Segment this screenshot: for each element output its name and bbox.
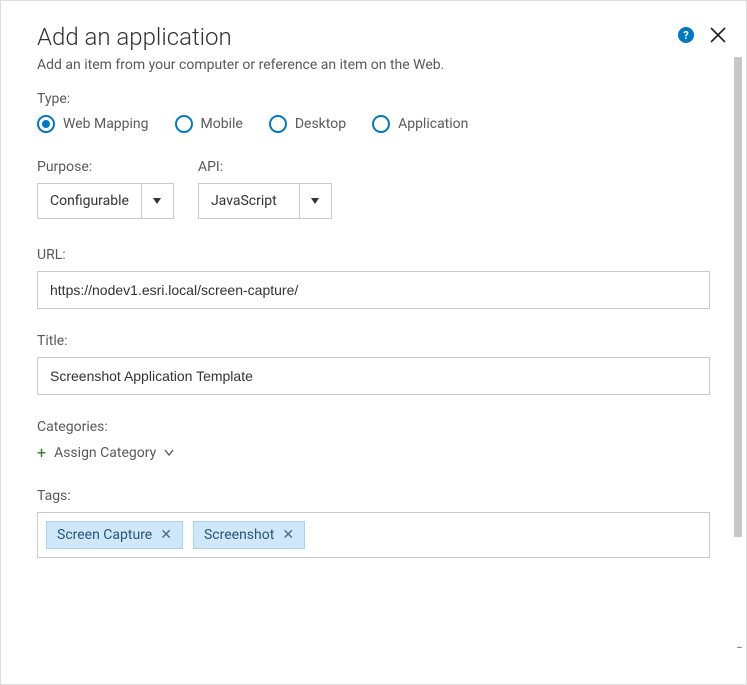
radio-icon [269, 115, 287, 133]
dialog-header: Add an application ? [37, 23, 746, 57]
radio-icon [372, 115, 390, 133]
scrollbar[interactable]: ▲ ▼ [734, 57, 742, 648]
radio-label: Mobile [201, 116, 243, 132]
purpose-value: Configurable [38, 184, 141, 218]
title-field: Title: [37, 333, 710, 395]
scroll-down-arrow-icon[interactable]: ▼ [735, 646, 744, 648]
type-radio-group: Web Mapping Mobile Desktop Application [37, 115, 710, 133]
purpose-select[interactable]: Configurable [37, 183, 174, 219]
tag-chip[interactable]: Screenshot ✕ [193, 521, 305, 549]
purpose-label: Purpose: [37, 159, 174, 175]
api-label: API: [198, 159, 332, 175]
tag-label: Screenshot [204, 527, 274, 543]
chevron-down-icon[interactable] [141, 184, 173, 218]
radio-label: Web Mapping [63, 116, 149, 132]
chevron-down-icon [164, 449, 174, 457]
radio-label: Application [398, 116, 468, 132]
tag-label: Screen Capture [57, 527, 152, 543]
title-input[interactable] [37, 357, 710, 395]
tags-label: Tags: [37, 488, 710, 504]
api-select[interactable]: JavaScript [198, 183, 332, 219]
tag-remove-icon[interactable]: ✕ [160, 527, 172, 543]
url-input[interactable] [37, 271, 710, 309]
categories-field: Categories: + Assign Category [37, 419, 710, 462]
url-label: URL: [37, 247, 710, 263]
scroll-track[interactable] [734, 57, 742, 638]
scroll-area: Add an item from your computer or refere… [37, 57, 746, 648]
radio-icon [175, 115, 193, 133]
assign-category-button[interactable]: + Assign Category [37, 443, 710, 462]
scroll-thumb[interactable] [734, 57, 742, 537]
select-row: Purpose: Configurable API: JavaScript [37, 159, 710, 219]
dialog-subtitle: Add an item from your computer or refere… [37, 57, 710, 73]
plus-icon: + [37, 443, 46, 462]
type-label: Type: [37, 91, 710, 107]
assign-category-label: Assign Category [54, 445, 156, 461]
url-field: URL: [37, 247, 710, 309]
radio-icon [37, 115, 55, 133]
categories-label: Categories: [37, 419, 710, 435]
tag-chip[interactable]: Screen Capture ✕ [46, 521, 183, 549]
add-application-dialog: Add an application ? Add an item from yo… [1, 1, 746, 684]
chevron-down-icon[interactable] [299, 184, 331, 218]
radio-mobile[interactable]: Mobile [175, 115, 243, 133]
help-icon[interactable]: ? [678, 27, 694, 43]
tags-field: Tags: Screen Capture ✕ Screenshot ✕ [37, 488, 710, 558]
title-label: Title: [37, 333, 710, 349]
close-icon[interactable] [708, 25, 728, 45]
tag-remove-icon[interactable]: ✕ [282, 527, 294, 543]
radio-desktop[interactable]: Desktop [269, 115, 346, 133]
api-value: JavaScript [199, 184, 299, 218]
radio-application[interactable]: Application [372, 115, 468, 133]
purpose-field: Purpose: Configurable [37, 159, 174, 219]
radio-label: Desktop [295, 116, 346, 132]
tags-input[interactable]: Screen Capture ✕ Screenshot ✕ [37, 512, 710, 558]
radio-web-mapping[interactable]: Web Mapping [37, 115, 149, 133]
api-field: API: JavaScript [198, 159, 332, 219]
dialog-title: Add an application [37, 23, 232, 51]
header-icons: ? [678, 23, 728, 45]
